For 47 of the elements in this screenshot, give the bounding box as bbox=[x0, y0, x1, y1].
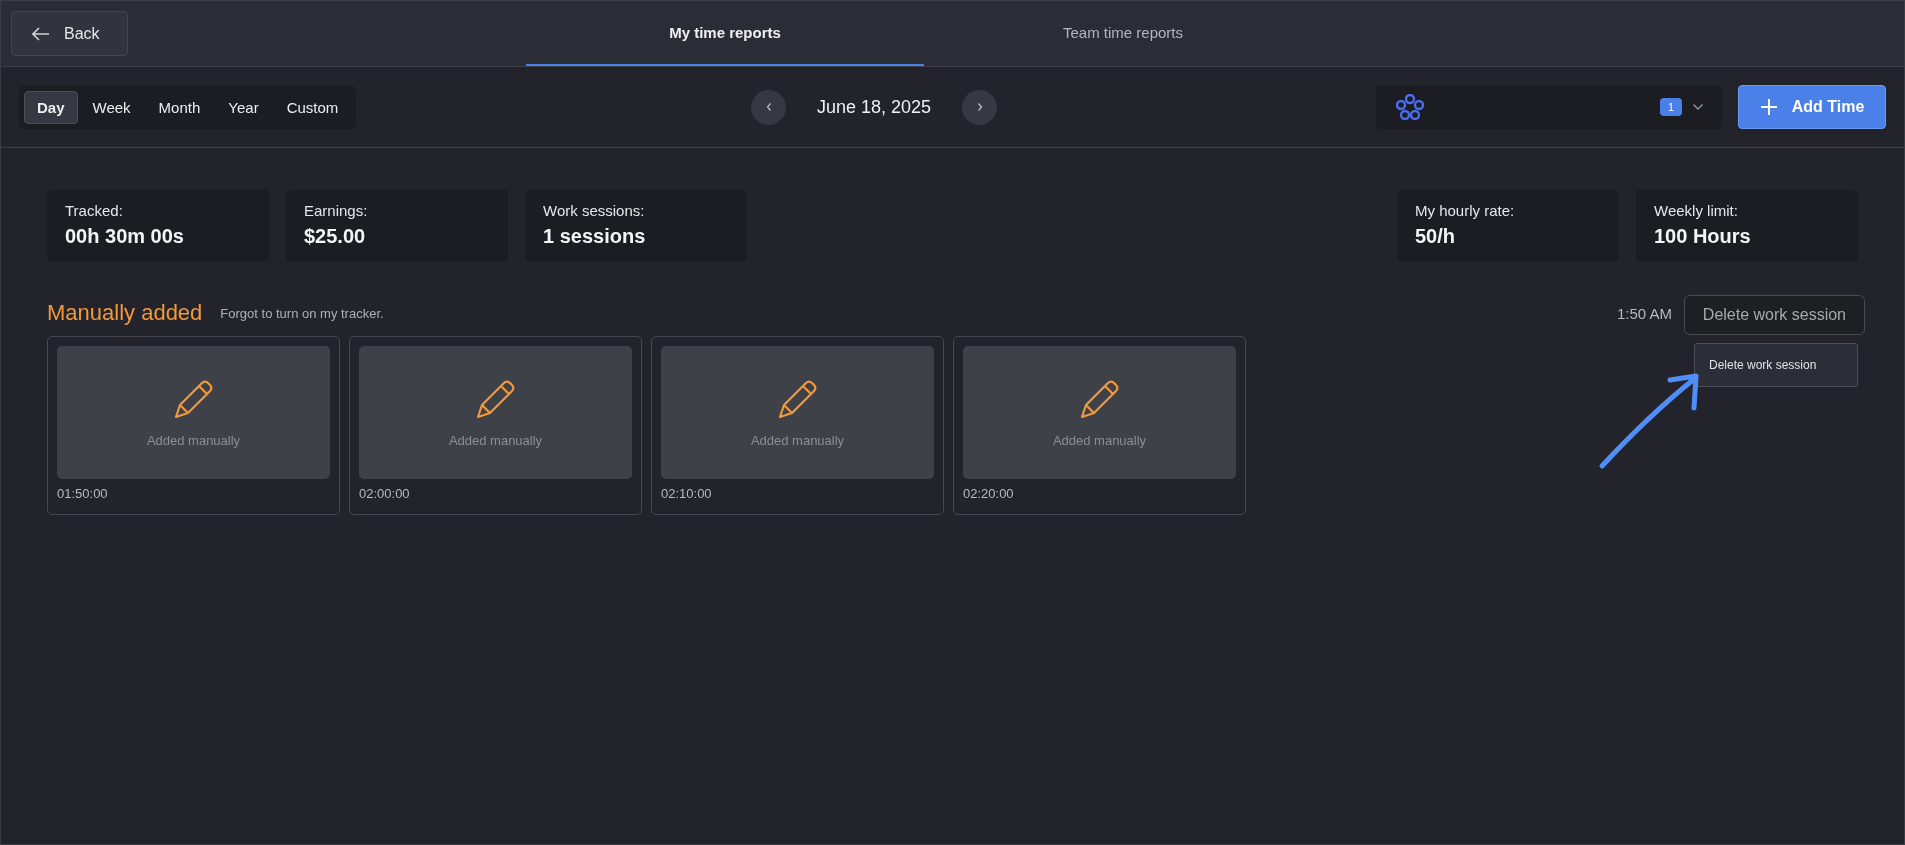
stat-value: $25.00 bbox=[304, 225, 367, 248]
session-card[interactable]: Added manually 02:20:00 bbox=[953, 336, 1246, 515]
stat-label: Earnings: bbox=[304, 202, 369, 219]
tooltip: Delete work session bbox=[1683, 295, 1865, 335]
card-caption: Added manually bbox=[1052, 433, 1147, 448]
time-range: 1:50 AM bbox=[1616, 304, 1672, 322]
card-caption: Added manually bbox=[448, 433, 543, 448]
period-button[interactable]: Custom bbox=[273, 90, 352, 124]
period-button[interactable]: Week bbox=[79, 90, 144, 124]
session-card[interactable]: Added manually 01:50:00 bbox=[47, 336, 340, 515]
session-card[interactable]: Added manually 02:00:00 bbox=[349, 336, 642, 515]
stat-label: Work sessions: bbox=[543, 202, 646, 219]
stat-value: 100 Hours bbox=[1654, 225, 1752, 248]
stat-value: 50/h bbox=[1415, 225, 1457, 248]
arrow-left-icon bbox=[32, 26, 50, 41]
stat-label: Weekly limit: bbox=[1654, 202, 1739, 219]
tab[interactable]: My time reports bbox=[526, 1, 924, 66]
card-time: 01:50:00 bbox=[57, 486, 109, 501]
card-time: 02:10:00 bbox=[661, 486, 713, 501]
stat-value: 1 sessions bbox=[543, 225, 647, 248]
previous-button[interactable] bbox=[751, 89, 786, 125]
period-button[interactable]: Year bbox=[215, 90, 272, 124]
period-button[interactable]: Day bbox=[24, 90, 78, 124]
session-note: Forgot to turn on my tracker. bbox=[220, 305, 384, 321]
stat-label: Tracked: bbox=[65, 202, 124, 219]
card-caption: Added manually bbox=[146, 433, 241, 448]
tab[interactable]: Team time reports bbox=[924, 1, 1322, 66]
plus-icon bbox=[1759, 98, 1778, 116]
date-label: June 18, 2025 bbox=[815, 96, 933, 118]
card-time: 02:00:00 bbox=[359, 486, 411, 501]
chevron-left-icon bbox=[764, 102, 773, 112]
flower-logo-icon bbox=[1396, 94, 1424, 120]
session-card[interactable]: Added manually 02:10:00 bbox=[651, 336, 944, 515]
chevron-down-icon bbox=[1692, 103, 1704, 111]
stat-label: My hourly rate: bbox=[1415, 202, 1516, 219]
card-time: 02:20:00 bbox=[963, 486, 1015, 501]
session-title: Manually added bbox=[47, 300, 203, 326]
project-select[interactable]: 1 bbox=[1376, 85, 1722, 129]
back-button[interactable]: Back bbox=[11, 11, 128, 56]
menu-item[interactable]: Delete work session bbox=[1709, 358, 1843, 372]
next-button[interactable] bbox=[962, 89, 997, 125]
chevron-right-icon bbox=[975, 102, 984, 112]
add-time-button[interactable]: Add Time bbox=[1738, 85, 1886, 129]
count-badge: 1 bbox=[1659, 98, 1682, 116]
period-button[interactable]: Month bbox=[145, 90, 214, 124]
stat-value: 00h 30m 00s bbox=[65, 225, 185, 248]
card-caption: Added manually bbox=[750, 433, 845, 448]
